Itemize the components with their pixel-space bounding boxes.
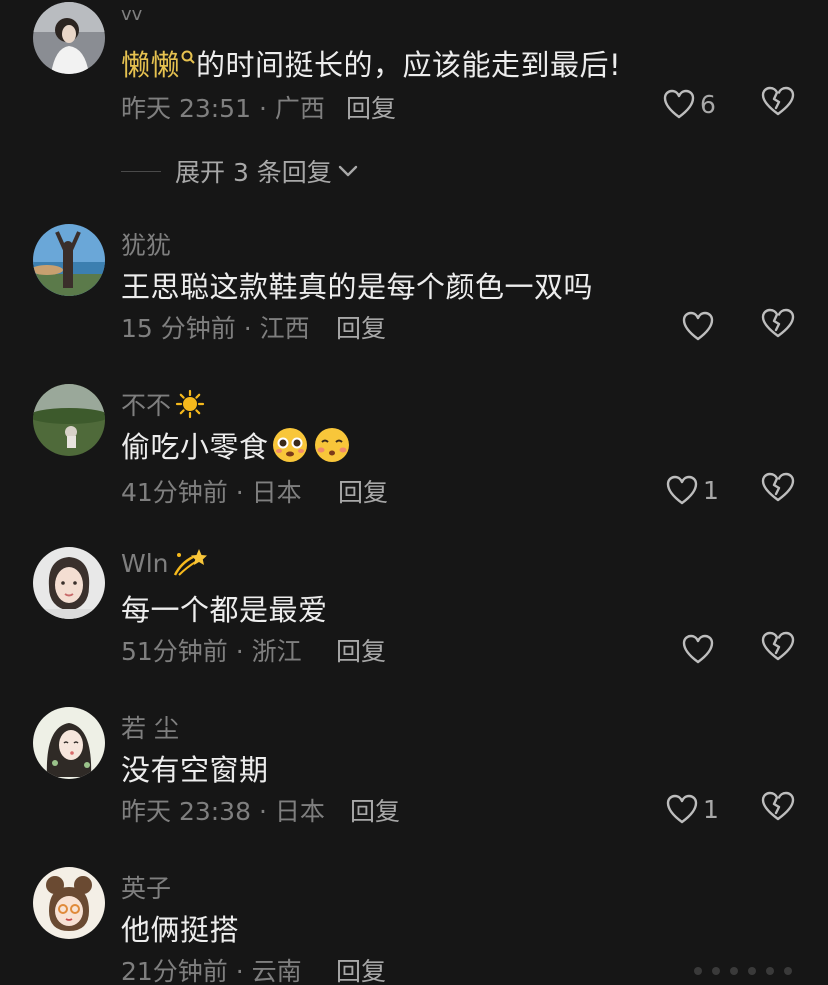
heart-outline-icon	[682, 311, 714, 341]
dislike-button[interactable]	[760, 306, 800, 346]
comment-body: 的时间挺长的，应该能走到最后!	[196, 48, 622, 82]
heart-outline-icon	[663, 89, 695, 119]
reply-button[interactable]: 回复	[350, 792, 400, 828]
comment-list: vv 懒懒 的时间挺长的，应该能走到最后! 昨天 23:51 · 广西 回复 6…	[0, 0, 828, 985]
like-count: 6	[700, 89, 716, 119]
like-button[interactable]	[681, 306, 719, 346]
comment-meta: 昨天 23:38 · 日本	[121, 797, 325, 826]
reply-button[interactable]: 回复	[336, 632, 386, 668]
avatar[interactable]	[33, 2, 105, 74]
broken-heart-icon	[761, 308, 795, 338]
chevron-down-icon	[338, 165, 358, 177]
like-button[interactable]: 1	[665, 789, 719, 829]
username-text: Wln	[121, 548, 169, 578]
divider	[121, 170, 161, 172]
expand-replies-label: 展开 3 条回复	[175, 158, 332, 187]
reply-button[interactable]: 回复	[336, 309, 386, 345]
comment-meta: 21分钟前 · 云南	[121, 957, 302, 985]
dislike-button[interactable]	[760, 629, 800, 669]
dislike-button[interactable]	[760, 470, 800, 510]
comment-meta: 41分钟前 · 日本	[121, 478, 302, 507]
broken-heart-icon	[761, 791, 795, 821]
comment-text: 懒懒 的时间挺长的，应该能走到最后!	[121, 42, 621, 84]
search-icon[interactable]	[180, 40, 196, 74]
comment-meta: 昨天 23:51 · 广西	[121, 94, 325, 123]
like-button[interactable]: 6	[662, 84, 716, 124]
comment-body: 偷吃小零食	[121, 430, 269, 464]
broken-heart-icon	[761, 86, 795, 116]
like-button[interactable]	[681, 629, 719, 669]
username[interactable]: 若 尘	[121, 709, 179, 745]
comment-text: 偷吃小零食	[121, 424, 351, 466]
heart-outline-icon	[666, 794, 698, 824]
comment-text: 每一个都是最爱	[121, 593, 328, 627]
avatar[interactable]	[33, 224, 105, 296]
broken-heart-icon	[761, 631, 795, 661]
username[interactable]: 英子	[121, 869, 171, 905]
reply-button[interactable]: 回复	[336, 952, 386, 985]
avatar[interactable]	[33, 867, 105, 939]
like-button[interactable]: 1	[665, 470, 719, 510]
broken-heart-icon	[761, 472, 795, 502]
username[interactable]: vv	[121, 4, 142, 25]
comment-text: 没有空窗期	[121, 753, 269, 787]
like-count: 1	[703, 794, 719, 824]
heart-outline-icon	[682, 634, 714, 664]
pleading-face-emoji	[272, 428, 307, 462]
like-count: 1	[703, 475, 719, 505]
reply-button[interactable]: 回复	[346, 89, 396, 125]
username[interactable]: 不不	[121, 386, 205, 422]
avatar[interactable]	[33, 384, 105, 456]
reply-button[interactable]: 回复	[338, 473, 388, 509]
avatar[interactable]	[33, 547, 105, 619]
dizzy-emoji	[173, 549, 207, 576]
kissing-face-emoji	[314, 428, 349, 462]
sun-emoji	[175, 389, 205, 419]
heart-outline-icon	[666, 475, 698, 505]
comment-text: 他俩挺搭	[121, 913, 240, 947]
username[interactable]: 犹犹	[121, 226, 171, 262]
username-text: 不不	[121, 391, 172, 420]
avatar[interactable]	[33, 707, 105, 779]
dislike-button[interactable]	[760, 789, 800, 829]
comment-text: 王思聪这款鞋真的是每个颜色一双吗	[121, 270, 594, 304]
comment-meta: 51分钟前 · 浙江	[121, 637, 302, 666]
dislike-button[interactable]	[760, 84, 800, 124]
expand-replies-button[interactable]: 展开 3 条回复	[121, 153, 360, 189]
mention-link[interactable]: 懒懒	[121, 48, 180, 82]
comment-meta: 15 分钟前 · 江西	[121, 314, 310, 343]
watermark-icon	[694, 967, 792, 975]
username[interactable]: Wln	[121, 545, 207, 581]
